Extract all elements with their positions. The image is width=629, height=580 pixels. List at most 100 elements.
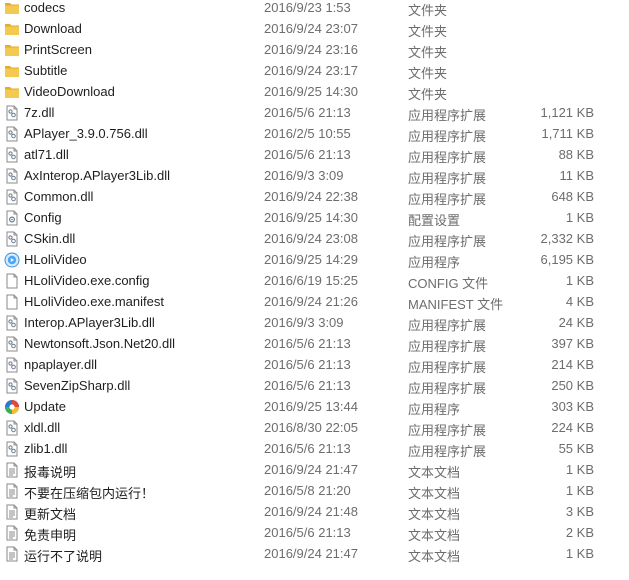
folder-icon: [4, 0, 20, 16]
file-modified-date: 2016/9/24 21:47: [264, 462, 358, 477]
file-name: npaplayer.dll: [24, 357, 97, 372]
file-row[interactable]: Update 2016/9/25 13:44 应用程序 303 KB: [0, 396, 629, 417]
file-size: 1,121 KB: [540, 105, 595, 120]
file-name: Subtitle: [24, 63, 68, 78]
file-type: 应用程序扩展: [408, 171, 487, 186]
file-row[interactable]: HLoliVideo 2016/9/25 14:29 应用程序 6,195 KB: [0, 249, 629, 270]
file-size: 4 KB: [565, 294, 594, 309]
file-name: Interop.APlayer3Lib.dll: [24, 315, 155, 330]
file-name: atl71.dll: [24, 147, 69, 162]
file-row[interactable]: atl71.dll 2016/5/6 21:13 应用程序扩展 88 KB: [0, 144, 629, 165]
file-name: Newtonsoft.Json.Net20.dll: [24, 336, 176, 351]
file-size: 214 KB: [551, 357, 594, 372]
file-type: 文件夹: [408, 45, 448, 60]
file-row[interactable]: zlib1.dll 2016/5/6 21:13 应用程序扩展 55 KB: [0, 438, 629, 459]
file-row[interactable]: Subtitle 2016/9/24 23:17 文件夹: [0, 60, 629, 81]
file-modified-date: 2016/9/3 3:09: [264, 168, 344, 183]
dll-file-icon: [4, 126, 20, 142]
blank-file-icon: [4, 294, 20, 310]
file-type: 应用程序扩展: [408, 339, 487, 354]
file-modified-date: 2016/2/5 10:55: [264, 126, 351, 141]
config-file-icon: [4, 210, 20, 226]
dll-file-icon: [4, 189, 20, 205]
file-size: 6,195 KB: [540, 252, 595, 267]
file-row[interactable]: Newtonsoft.Json.Net20.dll 2016/5/6 21:13…: [0, 333, 629, 354]
file-row[interactable]: 运行不了说明 2016/9/24 21:47 文本文档 1 KB: [0, 543, 629, 564]
file-row[interactable]: npaplayer.dll 2016/5/6 21:13 应用程序扩展 214 …: [0, 354, 629, 375]
file-type: 应用程序扩展: [408, 444, 487, 459]
file-name: HLoliVideo.exe.config: [24, 273, 150, 288]
file-name: 报毒说明: [24, 465, 77, 480]
folder-icon: [4, 84, 20, 100]
file-name: 运行不了说明: [24, 549, 103, 564]
file-modified-date: 2016/9/25 14:30: [264, 84, 358, 99]
file-row[interactable]: codecs 2016/9/23 1:53 文件夹: [0, 0, 629, 18]
text-file-icon: [4, 462, 20, 478]
file-modified-date: 2016/9/24 21:47: [264, 546, 358, 561]
file-modified-date: 2016/5/6 21:13: [264, 336, 351, 351]
file-name: 7z.dll: [24, 105, 55, 120]
file-row[interactable]: xldl.dll 2016/8/30 22:05 应用程序扩展 224 KB: [0, 417, 629, 438]
file-modified-date: 2016/5/6 21:13: [264, 525, 351, 540]
file-name: 免责申明: [24, 528, 77, 543]
file-name: SevenZipSharp.dll: [24, 378, 131, 393]
file-row[interactable]: CSkin.dll 2016/9/24 23:08 应用程序扩展 2,332 K…: [0, 228, 629, 249]
dll-file-icon: [4, 420, 20, 436]
dll-file-icon: [4, 231, 20, 247]
file-row[interactable]: HLoliVideo.exe.manifest 2016/9/24 21:26 …: [0, 291, 629, 312]
file-name: codecs: [24, 0, 66, 15]
file-type: 文件夹: [408, 24, 448, 39]
file-row[interactable]: 7z.dll 2016/5/6 21:13 应用程序扩展 1,121 KB: [0, 102, 629, 123]
file-name: Config: [24, 210, 62, 225]
file-size: 648 KB: [551, 189, 594, 204]
file-row[interactable]: 报毒说明 2016/9/24 21:47 文本文档 1 KB: [0, 459, 629, 480]
file-row[interactable]: HLoliVideo.exe.config 2016/6/19 15:25 CO…: [0, 270, 629, 291]
file-size: 1 KB: [565, 210, 594, 225]
file-row[interactable]: PrintScreen 2016/9/24 23:16 文件夹: [0, 39, 629, 60]
file-row[interactable]: Download 2016/9/24 23:07 文件夹: [0, 18, 629, 39]
file-row[interactable]: 更新文档 2016/9/24 21:48 文本文档 3 KB: [0, 501, 629, 522]
file-row[interactable]: APlayer_3.9.0.756.dll 2016/2/5 10:55 应用程…: [0, 123, 629, 144]
file-modified-date: 2016/5/6 21:13: [264, 147, 351, 162]
dll-file-icon: [4, 378, 20, 394]
file-row[interactable]: AxInterop.APlayer3Lib.dll 2016/9/3 3:09 …: [0, 165, 629, 186]
update-app-icon: [4, 399, 20, 415]
blank-file-icon: [4, 273, 20, 289]
file-size: 397 KB: [551, 336, 594, 351]
file-modified-date: 2016/5/6 21:13: [264, 378, 351, 393]
file-size: 1,711 KB: [541, 126, 594, 141]
file-row[interactable]: SevenZipSharp.dll 2016/5/6 21:13 应用程序扩展 …: [0, 375, 629, 396]
file-size: 1 KB: [565, 273, 594, 288]
file-row[interactable]: Common.dll 2016/9/24 22:38 应用程序扩展 648 KB: [0, 186, 629, 207]
file-row[interactable]: Config 2016/9/25 14:30 配置设置 1 KB: [0, 207, 629, 228]
file-type: CONFIG 文件: [408, 276, 489, 291]
file-size: 2 KB: [565, 525, 594, 540]
file-row[interactable]: 不要在压缩包内运行！ 2016/5/8 21:20 文本文档 1 KB: [0, 480, 629, 501]
file-name: VideoDownload: [24, 84, 115, 99]
hlolivideo-app-icon: [4, 252, 20, 268]
dll-file-icon: [4, 357, 20, 373]
file-modified-date: 2016/9/25 13:44: [264, 399, 358, 414]
file-type: 应用程序: [408, 255, 461, 270]
file-type: 应用程序扩展: [408, 150, 487, 165]
file-type: 应用程序扩展: [408, 234, 487, 249]
file-type: 文件夹: [408, 3, 448, 18]
file-size: 224 KB: [551, 420, 594, 435]
file-modified-date: 2016/9/24 23:07: [264, 21, 358, 36]
file-size: 11 KB: [559, 168, 594, 183]
file-size: 2,332 KB: [540, 231, 595, 246]
file-row[interactable]: VideoDownload 2016/9/25 14:30 文件夹: [0, 81, 629, 102]
file-type: 应用程序: [408, 402, 461, 417]
file-row[interactable]: Interop.APlayer3Lib.dll 2016/9/3 3:09 应用…: [0, 312, 629, 333]
file-type: 应用程序扩展: [408, 192, 487, 207]
file-modified-date: 2016/5/6 21:13: [264, 105, 351, 120]
file-name: PrintScreen: [24, 42, 92, 57]
file-size: 55 KB: [558, 441, 594, 456]
file-type: 文本文档: [408, 528, 461, 543]
dll-file-icon: [4, 441, 20, 457]
file-row[interactable]: 免责申明 2016/5/6 21:13 文本文档 2 KB: [0, 522, 629, 543]
file-type: 应用程序扩展: [408, 129, 487, 144]
file-size: 1 KB: [565, 546, 594, 561]
file-modified-date: 2016/9/3 3:09: [264, 315, 344, 330]
file-name: CSkin.dll: [24, 231, 76, 246]
